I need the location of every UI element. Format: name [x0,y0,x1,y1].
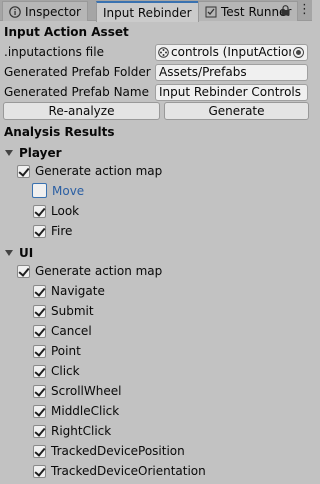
tab-label: Inspector [25,4,81,19]
checkbox[interactable] [32,183,47,198]
action-label: Point [51,344,81,358]
checkbox[interactable] [33,384,46,398]
input-asset-icon [158,46,169,58]
generate-map-label: Generate action map [35,164,163,178]
action-label: TrackedDevicePosition [51,444,185,458]
action-toggle-trackeddeviceposition[interactable]: TrackedDevicePosition [33,444,185,458]
action-label: TrackedDeviceOrientation [51,464,206,478]
tab-label: Input Rebinder [103,5,192,20]
foldout-arrow-icon [5,250,13,256]
checkbox[interactable] [33,464,46,478]
button-row: Re-analyze Generate [0,101,312,121]
results-title: Analysis Results [4,125,115,139]
prefab-folder-label: Generated Prefab Folder [4,65,151,79]
checkbox[interactable] [17,164,30,178]
action-toggle-scrollwheel[interactable]: ScrollWheel [33,384,121,398]
action-label: Look [51,204,80,218]
action-toggle-fire[interactable]: Fire [33,224,72,238]
action-toggle-move[interactable]: Move [32,183,84,198]
checkbox[interactable] [33,204,46,218]
checkbox[interactable] [33,444,46,458]
foldout-arrow-icon [5,150,13,156]
action-toggle-middleclick[interactable]: MiddleClick [33,404,119,418]
prefab-name-input[interactable]: Input Rebinder Controls [155,83,308,101]
action-label: ScrollWheel [51,384,122,398]
kebab-menu-icon[interactable]: ⋮ [298,3,311,16]
tab-inspector[interactable]: Inspector [2,1,88,21]
action-label: Click [51,364,80,378]
action-label: RightClick [51,424,112,438]
action-toggle-click[interactable]: Click [33,364,80,378]
tab-input-rebinder[interactable]: Input Rebinder [96,1,199,22]
action-toggle-navigate[interactable]: Navigate [33,284,105,298]
checkbox[interactable] [33,304,46,318]
action-toggle-look[interactable]: Look [33,204,79,218]
checklist-icon [205,6,217,18]
tab-bar: Inspector Input Rebinder Test Runner ⋮ [0,0,312,22]
checkbox[interactable] [33,324,46,338]
action-toggle-trackeddeviceorientation[interactable]: TrackedDeviceOrientation [33,464,206,478]
results-header: Analysis Results [0,122,312,142]
generate-map-toggle-player[interactable]: Generate action map [17,164,162,178]
checkbox[interactable] [33,424,46,438]
generate-button[interactable]: Generate [164,102,309,120]
inputactions-row: .inputactions file controls (InputAction… [0,42,312,62]
object-picker-icon[interactable] [293,46,304,58]
action-toggle-cancel[interactable]: Cancel [33,324,92,338]
foldout-player[interactable]: Player [5,146,62,160]
inputactions-object-field[interactable]: controls (InputActionAsset) [155,43,308,61]
checkbox[interactable] [33,284,46,298]
map-name: Player [19,146,62,160]
prefab-folder-row: Generated Prefab Folder Assets/Prefabs [0,62,312,82]
prefab-name-row: Generated Prefab Name Input Rebinder Con… [0,82,312,102]
inputactions-label: .inputactions file [4,45,104,59]
checkbox[interactable] [17,264,30,278]
checkbox[interactable] [33,404,46,418]
action-toggle-point[interactable]: Point [33,344,81,358]
action-label: Move [52,183,85,198]
action-label: Cancel [51,324,92,338]
action-toggle-rightclick[interactable]: RightClick [33,424,111,438]
generate-map-label: Generate action map [35,264,163,278]
reanalyze-button[interactable]: Re-analyze [3,102,160,120]
inputactions-value: controls (InputActionAsset) [171,45,291,59]
info-icon [9,5,21,18]
lock-icon[interactable] [281,5,290,16]
generate-map-toggle-ui[interactable]: Generate action map [17,264,162,278]
section-title: Input Action Asset [4,25,129,39]
section-header: Input Action Asset [0,22,312,42]
checkbox[interactable] [33,364,46,378]
action-label: Navigate [51,284,105,298]
prefab-folder-input[interactable]: Assets/Prefabs [155,63,308,81]
action-toggle-submit[interactable]: Submit [33,304,94,318]
map-name: UI [19,246,34,260]
prefab-name-label: Generated Prefab Name [4,85,149,99]
action-label: Submit [51,304,94,318]
checkbox[interactable] [33,224,46,238]
checkbox[interactable] [33,344,46,358]
action-label: Fire [51,224,73,238]
action-label: MiddleClick [51,404,120,418]
foldout-ui[interactable]: UI [5,246,33,260]
